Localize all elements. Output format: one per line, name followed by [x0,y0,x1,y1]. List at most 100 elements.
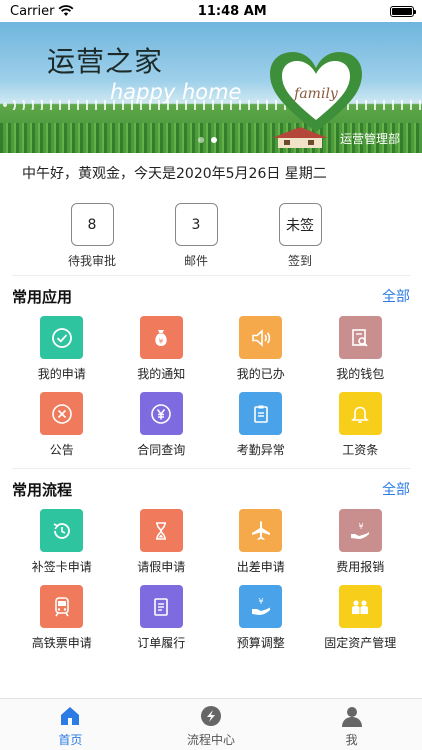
yen-hand-up-icon: ¥ [251,597,270,615]
flow-icon [201,705,221,726]
document-search-icon [352,328,368,347]
stat-label: 邮件 [183,254,208,268]
stat-label: 待我审批 [67,254,116,268]
train-icon [54,596,69,616]
app-tile [40,392,84,435]
wifi-icon [59,5,74,16]
status-left: Carrier [10,4,74,19]
svg-text:¥: ¥ [159,337,164,345]
clock: 11:48 AM [197,3,267,19]
app-label: 预算调整 [236,636,285,650]
common-flows-section: 常用流程 全部 补签卡申请 请假申请 出差申请 ¥ 费用报销 高铁票申请 订单履行 ¥ 预算调整… [12,469,410,661]
common-apps-section: 常用应用 全部 我的申请 ¥ 我的通知 我的已办 我的钱包公告 合同查询 考勤异常 工资条 [12,276,410,469]
app-tile: ¥ [139,316,183,359]
svg-text:¥: ¥ [258,597,263,606]
app-label: 考勤异常 [236,443,285,457]
app-check-circle[interactable]: 我的申请 [12,316,112,382]
app-yen-hand-up[interactable]: ¥ 预算调整 [211,585,311,651]
app-tile: ¥ [338,509,382,552]
tab-label: 我 [345,732,358,747]
app-yen-hand[interactable]: ¥ 费用报销 [311,509,411,575]
app-label: 高铁票申请 [31,636,92,650]
apps-grid: 我的申请 ¥ 我的通知 我的已办 我的钱包公告 合同查询 考勤异常 工资条 [12,316,410,468]
battery-icon [390,5,416,17]
app-hourglass[interactable]: 请假申请 [112,509,212,575]
bell-icon [351,406,370,423]
stat-mail[interactable]: 3 邮件 [144,203,248,275]
app-tile [338,585,382,628]
yen-hand-icon: ¥ [351,522,370,539]
app-tile [139,392,183,435]
app-label: 我的申请 [37,367,86,381]
app-tile [338,392,382,435]
app-clipboard[interactable]: 考勤异常 [211,392,311,458]
app-close-circle[interactable]: 公告 [12,392,112,458]
quick-stats: 8 待我审批 3 邮件 未签 签到 [12,193,410,276]
app-tile [40,585,84,628]
app-tile [139,585,183,628]
app-airplane[interactable]: 出差申请 [211,509,311,575]
clipboard-icon [253,405,268,423]
tab-home[interactable]: 首页 [0,699,141,750]
view-all-flows-link[interactable]: 全部 [382,479,410,499]
app-people[interactable]: 固定资产管理 [311,585,411,651]
stat-value: 未签 [278,203,322,246]
carousel-dot[interactable] [198,137,204,143]
app-tile [40,509,84,552]
view-all-apps-link[interactable]: 全部 [382,286,410,306]
app-document-search[interactable]: 我的钱包 [311,316,411,382]
stat-check-in[interactable]: 未签 签到 [248,203,352,275]
stat-value: 8 [70,203,114,246]
banner-subtitle: happy home [110,80,242,104]
airplane-icon [251,520,270,540]
flows-grid: 补签卡申请 请假申请 出差申请 ¥ 费用报销高铁票申请 订单履行 ¥ 预算调整 固定资产管理 [12,509,410,661]
home-icon [61,706,80,725]
app-tile [239,392,283,435]
app-label: 公告 [49,443,74,457]
app-label: 我的已办 [236,367,285,381]
section-title: 常用应用 [12,287,73,306]
tab-label: 流程中心 [187,732,236,747]
app-label: 请假申请 [137,560,186,574]
yen-circle-icon [151,403,172,424]
app-label: 订单履行 [137,636,186,650]
app-label: 费用报销 [336,560,385,574]
app-bell[interactable]: 工资条 [311,392,411,458]
app-speaker[interactable]: 我的已办 [211,316,311,382]
app-clock-back[interactable]: 补签卡申请 [12,509,112,575]
banner-title: 运营之家 [47,45,164,78]
app-tile [239,509,283,552]
house-icon [272,127,328,148]
app-label: 合同查询 [137,443,186,457]
app-train[interactable]: 高铁票申请 [12,585,112,651]
carousel-dot[interactable] [211,137,217,143]
banner-dept: 运营管理部 [339,132,400,146]
people-icon [352,599,369,614]
tab-flow-center[interactable]: 流程中心 [141,699,282,750]
check-circle-icon [51,327,72,348]
app-label: 我的通知 [137,367,186,381]
app-document[interactable]: 订单履行 [112,585,212,651]
app-label: 补签卡申请 [31,560,92,574]
tab-bar: 首页 流程中心 我 [0,698,422,750]
document-icon [154,597,169,616]
app-money-bag[interactable]: ¥ 我的通知 [112,316,212,382]
stat-pending-approval[interactable]: 8 待我审批 [40,203,144,275]
close-circle-icon [51,403,72,424]
app-tile: ¥ [239,585,283,628]
app-tile [338,316,382,359]
heart-logo-icon: family [270,52,362,132]
carousel-dots [198,137,217,143]
clock-back-icon [53,522,70,539]
banner-carousel[interactable]: 运营之家 happy home family 运营管理部 [0,22,422,153]
tab-label: 首页 [58,732,83,747]
app-label: 工资条 [342,443,379,457]
speaker-icon [251,328,270,347]
app-yen-circle[interactable]: 合同查询 [112,392,212,458]
hourglass-icon [156,521,167,540]
carrier-label: Carrier [10,3,55,19]
status-bar: Carrier 11:48 AM [0,0,422,22]
app-label: 出差申请 [236,560,285,574]
app-label: 固定资产管理 [324,636,397,650]
tab-me[interactable]: 我 [281,699,422,750]
